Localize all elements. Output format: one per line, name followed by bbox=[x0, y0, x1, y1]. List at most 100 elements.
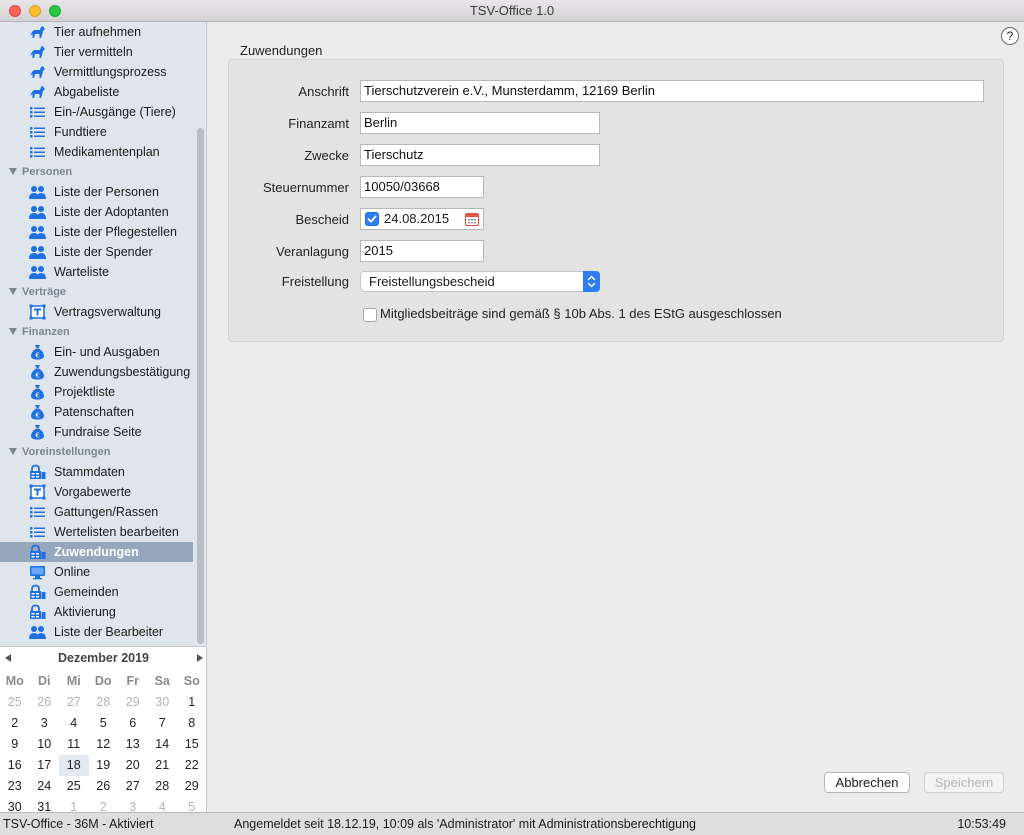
sidebar-item-liste-der-pflegestellen[interactable]: Liste der Pflegestellen bbox=[0, 222, 193, 242]
calendar-day[interactable]: 15 bbox=[177, 734, 207, 755]
sidebar-item-ein-ausgänge-tiere[interactable]: Ein-/Ausgänge (Tiere) bbox=[0, 102, 193, 122]
disclosure-triangle-icon[interactable] bbox=[9, 288, 17, 295]
svg-text:€: € bbox=[35, 412, 39, 420]
sidebar-item-wertelisten-bearbeiten[interactable]: Wertelisten bearbeiten bbox=[0, 522, 193, 542]
disclosure-triangle-icon[interactable] bbox=[9, 168, 17, 175]
sidebar-item-vermittlungsprozess[interactable]: Vermittlungsprozess bbox=[0, 62, 193, 82]
sidebar-scroll-thumb[interactable] bbox=[197, 128, 204, 644]
disclosure-triangle-icon[interactable] bbox=[9, 328, 17, 335]
next-month-icon[interactable] bbox=[197, 654, 203, 662]
calendar-day[interactable]: 19 bbox=[89, 755, 119, 776]
veranlagung-field[interactable]: 2015 bbox=[360, 240, 484, 262]
sidebar-item-abgabeliste[interactable]: Abgabeliste bbox=[0, 82, 193, 102]
mitgliedsbeitraege-checkbox[interactable] bbox=[363, 308, 377, 322]
calendar-day[interactable]: 8 bbox=[177, 713, 207, 734]
calendar-day[interactable]: 26 bbox=[30, 692, 60, 713]
sidebar-item-liste-der-adoptanten[interactable]: Liste der Adoptanten bbox=[0, 202, 193, 222]
status-app-info: TSV-Office - 36M - Aktiviert bbox=[3, 817, 154, 831]
sidebar-item-label: Zuwendungsbestätigung bbox=[54, 365, 191, 379]
sidebar-item-label: Stammdaten bbox=[54, 465, 125, 479]
sidebar-item-patenschaften[interactable]: € Patenschaften bbox=[0, 402, 193, 422]
cancel-button[interactable]: Abbrechen bbox=[824, 772, 910, 793]
calendar-day[interactable]: 14 bbox=[148, 734, 178, 755]
calendar-day[interactable]: 16 bbox=[0, 755, 30, 776]
calendar-day[interactable]: 23 bbox=[0, 776, 30, 797]
help-button[interactable]: ? bbox=[1001, 27, 1019, 45]
calendar-day[interactable]: 25 bbox=[0, 692, 30, 713]
calendar-day[interactable]: 27 bbox=[118, 776, 148, 797]
sidebar-item-online[interactable]: Online bbox=[0, 562, 193, 582]
calendar-day[interactable]: 24 bbox=[30, 776, 60, 797]
sidebar-item-label: Zuwendungen bbox=[54, 545, 139, 559]
calendar-day[interactable]: 27 bbox=[59, 692, 89, 713]
calendar-day[interactable]: 4 bbox=[59, 713, 89, 734]
bescheid-checkbox[interactable] bbox=[365, 212, 379, 226]
calendar-day[interactable]: 29 bbox=[118, 692, 148, 713]
sidebar-item-zuwendungen[interactable]: Zuwendungen bbox=[0, 542, 193, 562]
anschrift-field[interactable]: Tierschutzverein e.V., Munsterdamm, 1216… bbox=[360, 80, 984, 102]
calendar-day[interactable]: 22 bbox=[177, 755, 207, 776]
sidebar-item-ein-und-ausgaben[interactable]: € Ein- und Ausgaben bbox=[0, 342, 193, 362]
list-icon bbox=[29, 104, 46, 120]
calendar-day[interactable]: 28 bbox=[148, 776, 178, 797]
sidebar-item-liste-der-spender[interactable]: Liste der Spender bbox=[0, 242, 193, 262]
weekday-label: Sa bbox=[154, 674, 170, 688]
calendar-day[interactable]: 30 bbox=[148, 692, 178, 713]
finanzamt-field[interactable]: Berlin bbox=[360, 112, 600, 134]
calendar-icon[interactable] bbox=[465, 212, 479, 226]
calendar-day[interactable]: 6 bbox=[118, 713, 148, 734]
calendar-day[interactable]: 7 bbox=[148, 713, 178, 734]
calendar-day[interactable]: 20 bbox=[118, 755, 148, 776]
dog-icon bbox=[29, 64, 46, 80]
people-icon bbox=[29, 184, 46, 200]
calendar-day[interactable]: 28 bbox=[89, 692, 119, 713]
sidebar-item-fundraise-seite[interactable]: € Fundraise Seite bbox=[0, 422, 193, 442]
calendar-day[interactable]: 12 bbox=[89, 734, 119, 755]
sidebar-item-label: Tier vermitteln bbox=[54, 45, 133, 59]
sidebar-item-liste-der-bearbeiter[interactable]: Liste der Bearbeiter bbox=[0, 622, 193, 642]
sidebar-item-tier-aufnehmen[interactable]: Tier aufnehmen bbox=[0, 22, 193, 42]
sidebar-item-tier-vermitteln[interactable]: Tier vermitteln bbox=[0, 42, 193, 62]
sidebar-item-aktivierung[interactable]: Aktivierung bbox=[0, 602, 193, 622]
sidebar-item-medikamentenplan[interactable]: Medikamentenplan bbox=[0, 142, 193, 162]
calendar-day[interactable]: 26 bbox=[89, 776, 119, 797]
sidebar-item-vertragsverwaltung[interactable]: Vertragsverwaltung bbox=[0, 302, 193, 322]
calendar-day[interactable]: 10 bbox=[30, 734, 60, 755]
sidebar-item-label: Online bbox=[54, 565, 91, 579]
calendar-day[interactable]: 29 bbox=[177, 776, 207, 797]
calendar-day[interactable]: 21 bbox=[148, 755, 178, 776]
calendar-day[interactable]: 1 bbox=[177, 692, 207, 713]
calendar-day[interactable]: 5 bbox=[89, 713, 119, 734]
freistellung-select[interactable]: Freistellungsbescheid bbox=[360, 271, 600, 292]
sidebar-group-finanzen[interactable]: Finanzen bbox=[0, 322, 193, 342]
calendar-day[interactable]: 25 bbox=[59, 776, 89, 797]
sidebar-item-stammdaten[interactable]: Stammdaten bbox=[0, 462, 193, 482]
bescheid-date-field[interactable]: 24.08.2015 bbox=[360, 208, 484, 230]
calendar-day[interactable]: 9 bbox=[0, 734, 30, 755]
save-button[interactable]: Speichern bbox=[924, 772, 1004, 793]
dog-icon bbox=[29, 24, 46, 40]
sidebar-item-vorgabewerte[interactable]: Vorgabewerte bbox=[0, 482, 193, 502]
sidebar-item-liste-der-personen[interactable]: Liste der Personen bbox=[0, 182, 193, 202]
sidebar-group-personen[interactable]: Personen bbox=[0, 162, 193, 182]
steuernummer-field[interactable]: 10050/03668 bbox=[360, 176, 484, 198]
section-title: Zuwendungen bbox=[240, 43, 323, 58]
sidebar-item-label: Liste der Pflegestellen bbox=[54, 225, 177, 239]
sidebar-group-verträge[interactable]: Verträge bbox=[0, 282, 193, 302]
sidebar-item-zuwendungsbestätigung[interactable]: € Zuwendungsbestätigung bbox=[0, 362, 193, 382]
sidebar-item-gattungen-rassen[interactable]: Gattungen/Rassen bbox=[0, 502, 193, 522]
calendar-day[interactable]: 3 bbox=[30, 713, 60, 734]
calendar-day[interactable]: 11 bbox=[59, 734, 89, 755]
sidebar-group-voreinstellungen[interactable]: Voreinstellungen bbox=[0, 442, 193, 462]
sidebar-item-warteliste[interactable]: Warteliste bbox=[0, 262, 193, 282]
calendar-day[interactable]: 2 bbox=[0, 713, 30, 734]
calendar-grid: Mo Di Mi Do Fr Sa So 25 26 27 28 29 30 1 2 3 4 5 6 7 8 9 10 11 1… bbox=[0, 671, 207, 818]
sidebar-item-projektliste[interactable]: € Projektliste bbox=[0, 382, 193, 402]
calendar-day[interactable]: 13 bbox=[118, 734, 148, 755]
zwecke-field[interactable]: Tierschutz bbox=[360, 144, 600, 166]
sidebar-item-gemeinden[interactable]: Gemeinden bbox=[0, 582, 193, 602]
disclosure-triangle-icon[interactable] bbox=[9, 448, 17, 455]
calendar-day[interactable]: 18 bbox=[59, 755, 89, 776]
calendar-day[interactable]: 17 bbox=[30, 755, 60, 776]
sidebar-item-fundtiere[interactable]: Fundtiere bbox=[0, 122, 193, 142]
